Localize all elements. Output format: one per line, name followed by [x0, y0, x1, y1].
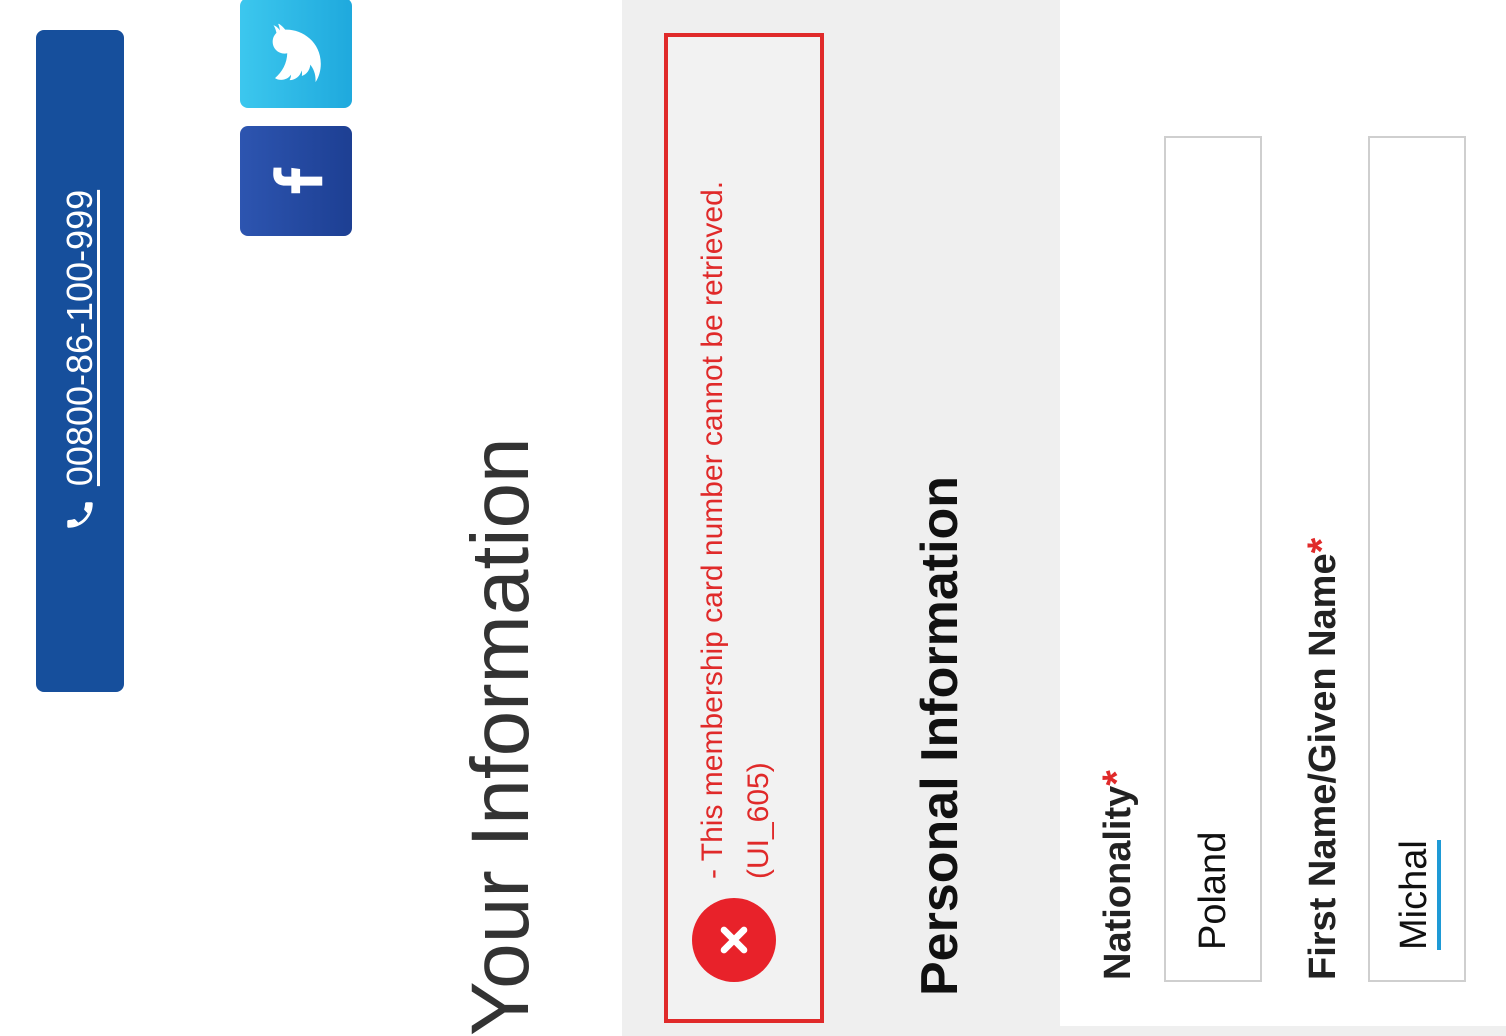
nationality-field[interactable]: Poland [1164, 136, 1262, 982]
error-x-icon [692, 898, 776, 982]
page-canvas: 00800-86-100-999 Your Information - This… [0, 0, 1506, 1036]
first-name-label: First Name/Given Name* [1300, 537, 1344, 980]
first-name-input[interactable]: Michal [1368, 136, 1466, 982]
section-title-personal-information: Personal Information [911, 475, 969, 996]
required-asterisk: * [1300, 537, 1344, 554]
twitter-bird-icon [272, 23, 321, 83]
nationality-label: Nationality* [1095, 770, 1139, 980]
required-asterisk: * [1095, 770, 1139, 786]
phone-icon [63, 498, 97, 532]
facebook-button[interactable] [240, 126, 352, 236]
phone-number-link[interactable]: 00800-86-100-999 [59, 190, 101, 486]
phone-contact-button[interactable]: 00800-86-100-999 [36, 30, 124, 692]
facebook-f-icon [273, 167, 323, 194]
page-title: Your Information [455, 437, 546, 1036]
twitter-button[interactable] [240, 0, 352, 108]
error-alert: - This membership card number cannot be … [664, 33, 824, 1023]
error-message: - This membership card number cannot be … [696, 180, 775, 879]
